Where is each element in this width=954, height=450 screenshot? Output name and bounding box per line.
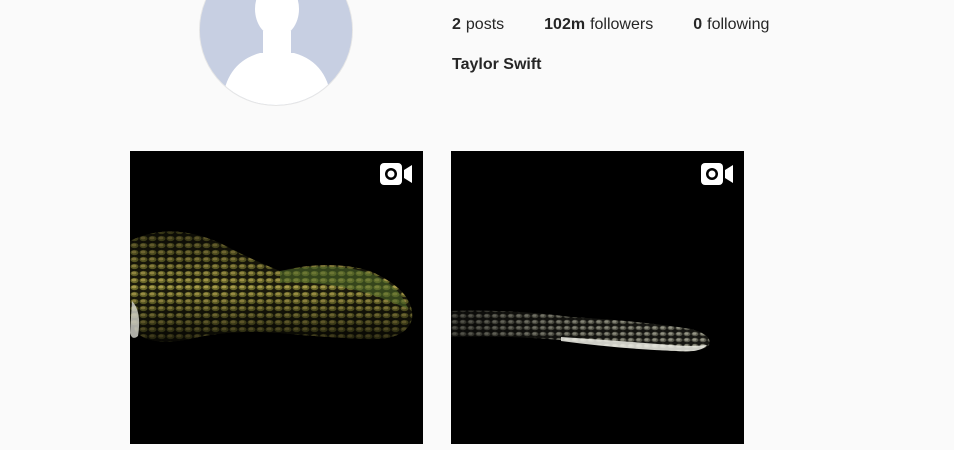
video-camera-icon: [380, 163, 412, 185]
followers-link[interactable]: 102m followers: [544, 16, 653, 34]
following-link[interactable]: 0 following: [693, 16, 769, 34]
posts-count-label: posts: [465, 16, 505, 33]
post-thumbnail[interactable]: [130, 151, 423, 444]
video-camera-icon: [701, 163, 733, 185]
followers-count-number: 102m: [544, 16, 586, 33]
following-count-number: 0: [693, 16, 703, 33]
profile-page: 2 posts 102m followers 0 following Taylo…: [0, 0, 954, 450]
profile-full-name: Taylor Swift: [452, 56, 542, 73]
default-avatar-icon: [200, 0, 352, 105]
profile-stats: 2 posts 102m followers 0 following: [452, 15, 769, 35]
post-thumbnail[interactable]: [451, 151, 744, 444]
snake-tail-image: [451, 310, 710, 352]
posts-count-number: 2: [452, 16, 461, 33]
snake-scales-image: [130, 231, 413, 342]
following-count-label: following: [707, 16, 770, 33]
followers-count-label: followers: [590, 16, 654, 33]
posts-count: 2 posts: [452, 16, 504, 34]
avatar[interactable]: [199, 0, 353, 106]
